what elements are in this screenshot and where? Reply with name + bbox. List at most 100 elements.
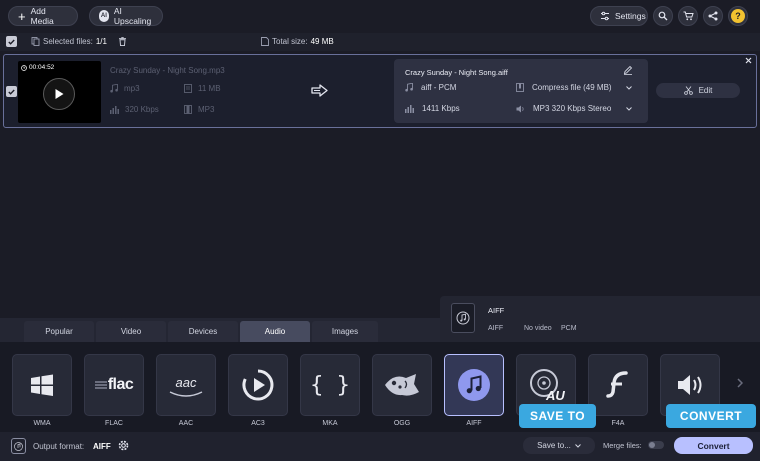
chevron-down-icon (626, 85, 632, 90)
scissors-icon (683, 86, 693, 95)
output-file-name: Crazy Sunday - Night Song.aiff (405, 68, 508, 77)
source-size: 11 MB (184, 84, 221, 93)
source-container-text: MP3 (198, 105, 215, 114)
ai-upscaling-button[interactable]: AI AI Upscaling (89, 6, 163, 26)
save-to-callout-text: SAVE TO (529, 409, 586, 423)
close-icon (745, 57, 752, 64)
source-size-text: 11 MB (198, 84, 221, 93)
cart-icon (683, 11, 694, 21)
music-note-icon (457, 368, 491, 402)
format-settings-button[interactable] (117, 439, 130, 452)
convert-callout-text: CONVERT (679, 409, 743, 423)
selected-files-value: 1/1 (95, 37, 107, 46)
edit-button[interactable]: Edit (656, 83, 740, 98)
cart-button[interactable] (678, 6, 698, 26)
delete-button[interactable] (118, 37, 127, 46)
format-info-audio: PCM (561, 325, 577, 332)
help-button[interactable]: ? (728, 6, 748, 26)
format-info-video: No video (524, 325, 552, 332)
merge-files-toggle[interactable] (648, 441, 664, 449)
output-format-label: Output format: (33, 442, 85, 451)
clock-icon (21, 64, 27, 71)
settings-button[interactable]: Settings (590, 6, 648, 26)
compress-option-text: Compress file (49 MB) (532, 83, 612, 92)
compress-icon (516, 83, 524, 92)
ac3-icon (241, 368, 275, 402)
plus-icon: + (18, 8, 26, 24)
format-label: AAC (178, 420, 194, 427)
settings-label: Settings (615, 11, 646, 21)
format-label: AC3 (251, 420, 265, 427)
output-codec: aiff - PCM (405, 83, 456, 92)
format-tile-aiff[interactable] (444, 354, 504, 416)
select-all-checkbox[interactable] (6, 36, 17, 47)
scroll-right-button[interactable] (737, 378, 743, 388)
add-media-button[interactable]: + Add Media (8, 6, 78, 26)
format-tile-f4a[interactable] (588, 354, 648, 416)
save-to-dropdown[interactable]: Save to... (523, 437, 595, 454)
audio-option-text: MP3 320 Kbps Stereo (533, 104, 612, 113)
convert-button[interactable]: Convert (674, 437, 753, 454)
output-format-value: AIFF (93, 442, 111, 451)
convert-callout: CONVERT (666, 404, 756, 428)
format-tile-ogg[interactable] (372, 354, 432, 416)
selected-files-label: Selected files: (43, 37, 93, 46)
compress-dropdown[interactable]: Compress file (49 MB) (516, 83, 632, 92)
ai-upscaling-label: AI Upscaling (113, 6, 152, 26)
format-label: MKA (322, 420, 338, 427)
share-icon (708, 11, 718, 21)
aac-wordmark: aac (175, 375, 197, 390)
file-checkbox[interactable] (6, 86, 17, 97)
convert-label: Convert (697, 440, 730, 451)
format-label: FLAC (105, 420, 123, 427)
tab-video[interactable]: Video (96, 321, 166, 342)
au-icon: AU (524, 365, 568, 405)
format-info-title: AIFF (488, 306, 505, 315)
tab-devices[interactable]: Devices (168, 321, 238, 342)
file-icon (184, 84, 192, 93)
files-icon (31, 37, 40, 46)
format-tile-flac[interactable]: flac (84, 354, 144, 416)
rename-button[interactable] (623, 65, 633, 75)
total-size-label: Total size: (272, 37, 308, 46)
share-button[interactable] (703, 6, 723, 26)
audio-settings-dropdown[interactable]: MP3 320 Kbps Stereo (516, 104, 632, 113)
format-tile-aac[interactable]: aac (156, 354, 216, 416)
format-tile-wma[interactable] (12, 354, 72, 416)
output-codec-text: aiff - PCM (421, 83, 457, 92)
source-bitrate-text: 320 Kbps (125, 105, 159, 114)
output-bitrate: 1411 Kbps (405, 104, 460, 113)
tab-label: Audio (264, 327, 286, 336)
search-button[interactable] (653, 6, 673, 26)
format-info-panel (440, 296, 760, 342)
tab-audio[interactable]: Audio (240, 321, 310, 342)
music-note-icon (110, 84, 118, 93)
format-tile-mka[interactable]: { } (300, 354, 360, 416)
flac-icon: flac (94, 376, 134, 394)
document-icon (261, 37, 269, 46)
duration: 00:04:52 (21, 64, 54, 71)
output-bitrate-text: 1411 Kbps (422, 104, 460, 113)
chevron-down-icon (575, 443, 581, 448)
source-file-name: Crazy Sunday - Night Song.mp3 (110, 66, 225, 75)
windows-icon (28, 371, 56, 399)
remove-file-button[interactable] (745, 57, 752, 64)
tab-images[interactable]: Images (312, 321, 378, 342)
convert-arrow-icon (311, 84, 329, 97)
format-info-codec: AIFF (488, 325, 504, 332)
ogg-icon (382, 370, 422, 400)
format-tile-ac3[interactable] (228, 354, 288, 416)
bitrate-icon (405, 104, 414, 113)
play-button[interactable] (43, 78, 75, 110)
add-media-label: Add Media (30, 6, 54, 26)
chevron-right-icon (737, 378, 743, 388)
toggle-knob (649, 442, 655, 448)
total-size-value: 49 MB (310, 37, 334, 46)
format-label: F4A (611, 420, 625, 427)
tab-popular[interactable]: Popular (24, 321, 94, 342)
search-icon (658, 11, 668, 21)
flash-icon (606, 370, 630, 400)
music-note-icon (14, 441, 23, 451)
selection-bar (0, 33, 760, 51)
total-size: Total size: 49 MB (261, 37, 334, 46)
